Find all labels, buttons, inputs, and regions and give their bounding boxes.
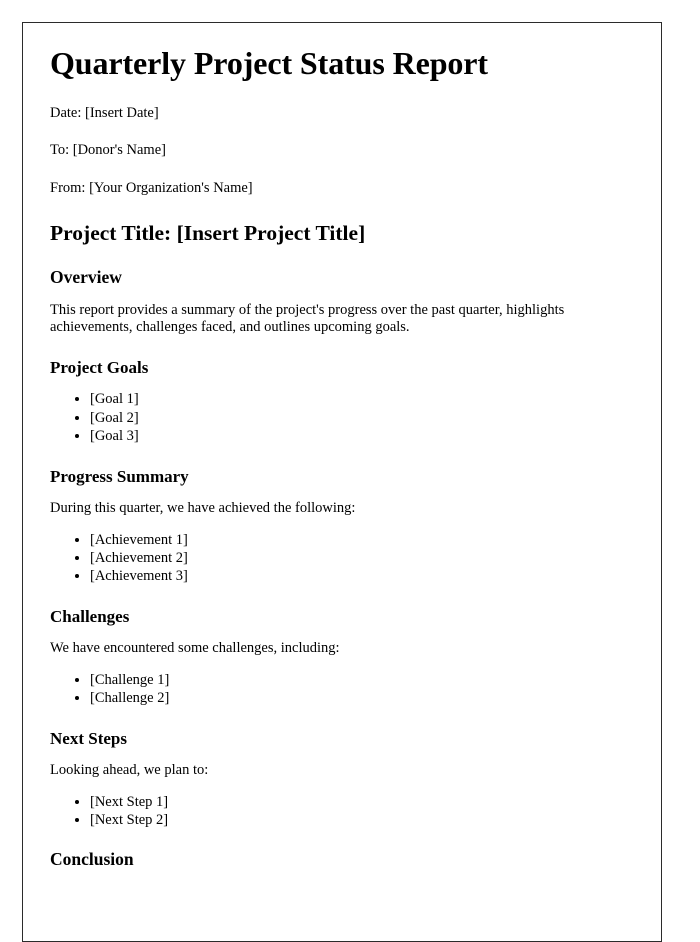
list-item: [Goal 3] xyxy=(90,427,633,445)
section-conclusion: Conclusion xyxy=(50,849,633,870)
list-item: [Next Step 2] xyxy=(90,811,633,829)
section-challenges: Challenges We have encountered some chal… xyxy=(50,607,633,707)
project-title-heading: Project Title: [Insert Project Title] xyxy=(50,220,366,245)
list-item: [Achievement 3] xyxy=(90,567,633,585)
section-heading-overview: Overview xyxy=(50,266,122,287)
document-title: Quarterly Project Status Report xyxy=(50,45,488,81)
list-item: [Achievement 1] xyxy=(90,531,633,549)
list-item: [Challenge 1] xyxy=(90,671,633,689)
section-progress-summary: Progress Summary During this quarter, we… xyxy=(50,467,633,585)
screenshot-canvas: Quarterly Project Status Report Date: [I… xyxy=(0,0,700,942)
challenges-list: [Challenge 1] [Challenge 2] xyxy=(50,671,633,708)
project-goals-list: [Goal 1] [Goal 2] [Goal 3] xyxy=(50,390,633,445)
overview-paragraph: This report provides a summary of the pr… xyxy=(50,301,565,335)
list-item: [Goal 2] xyxy=(90,409,633,427)
next-steps-list: [Next Step 1] [Next Step 2] xyxy=(50,793,633,830)
section-project-goals: Project Goals [Goal 1] [Goal 2] [Goal 3] xyxy=(50,358,633,445)
challenges-intro: We have encountered some challenges, inc… xyxy=(50,639,340,656)
section-heading-progress-summary: Progress Summary xyxy=(50,467,189,487)
document-body: Quarterly Project Status Report Date: [I… xyxy=(23,23,661,870)
list-item: [Next Step 1] xyxy=(90,793,633,811)
document-page: Quarterly Project Status Report Date: [I… xyxy=(22,22,662,942)
progress-summary-intro: During this quarter, we have achieved th… xyxy=(50,499,356,516)
meta-line-from: From: [Your Organization's Name] xyxy=(50,179,253,196)
meta-line-to: To: [Donor's Name] xyxy=(50,142,166,159)
list-item: [Achievement 2] xyxy=(90,549,633,567)
next-steps-intro: Looking ahead, we plan to: xyxy=(50,761,209,778)
section-overview: Overview This report provides a summary … xyxy=(50,267,633,336)
section-heading-challenges: Challenges xyxy=(50,607,130,627)
list-item: [Challenge 2] xyxy=(90,689,633,707)
section-next-steps: Next Steps Looking ahead, we plan to: [N… xyxy=(50,729,633,829)
section-heading-conclusion: Conclusion xyxy=(50,849,134,870)
progress-summary-list: [Achievement 1] [Achievement 2] [Achieve… xyxy=(50,531,633,586)
section-heading-project-goals: Project Goals xyxy=(50,357,149,377)
meta-line-date: Date: [Insert Date] xyxy=(50,104,159,121)
list-item: [Goal 1] xyxy=(90,390,633,408)
section-heading-next-steps: Next Steps xyxy=(50,729,127,749)
